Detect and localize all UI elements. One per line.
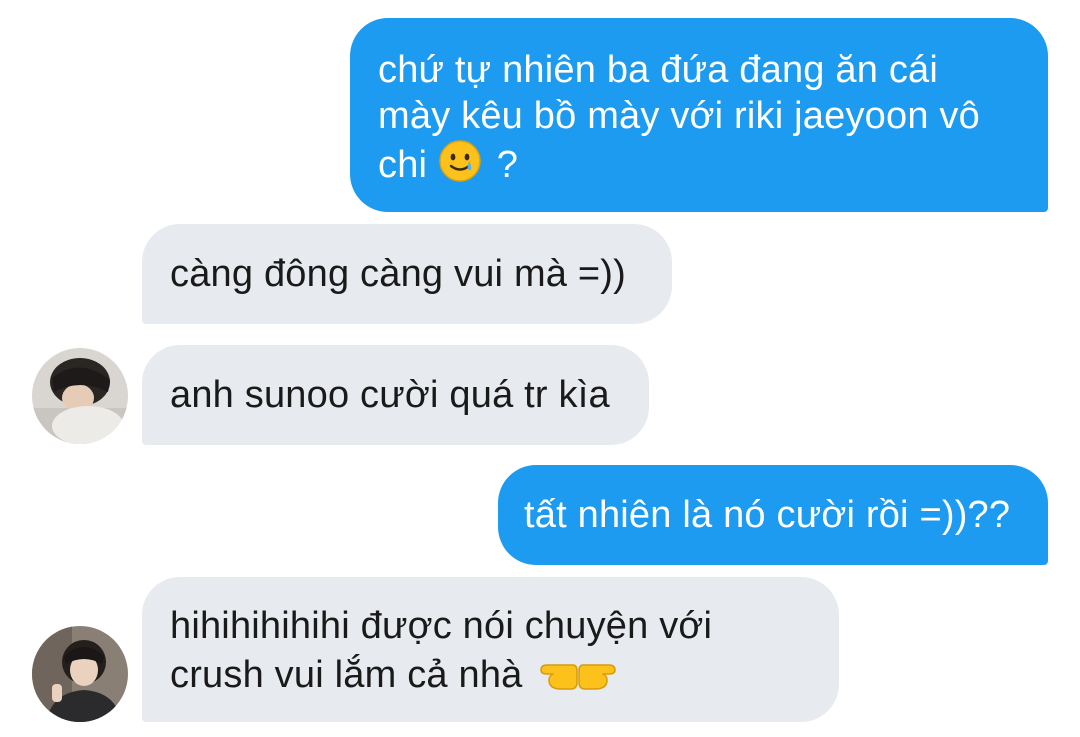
message-text: hihihihihihi được nói chuyện với (170, 605, 713, 647)
message-text: tất nhiên là nó cười rồi =))?? (524, 494, 1011, 536)
avatar[interactable] (32, 348, 128, 444)
avatar[interactable] (32, 626, 128, 722)
message-bubble-incoming[interactable]: anh sunoo cười quá tr kìa (142, 345, 649, 445)
message-bubble-incoming[interactable]: càng đông càng vui mà =)) (142, 224, 672, 324)
pointing-fingers-icon (540, 664, 617, 690)
chat-thread: chứ tự nhiên ba đứa đang ăn cái mày kêu … (0, 0, 1080, 737)
message-bubble-outgoing[interactable]: chứ tự nhiên ba đứa đang ăn cái mày kêu … (350, 18, 1048, 212)
message-text-last-line: chi ? (378, 139, 1020, 188)
message-text: anh sunoo cười quá tr kìa (170, 374, 610, 416)
message-text: càng đông càng vui mà =)) (170, 253, 626, 295)
profile-photo-icon (32, 626, 128, 722)
message-text-last-line: crush vui lắm cả nhà (170, 649, 811, 698)
message-text: mày kêu bồ mày với riki jaeyoon vô (378, 95, 980, 137)
message-bubble-outgoing[interactable]: tất nhiên là nó cười rồi =))?? (498, 465, 1048, 565)
message-bubble-incoming[interactable]: hihihihihihi được nói chuyện với crush v… (142, 577, 839, 722)
message-text: chứ tự nhiên ba đứa đang ăn cái (378, 49, 939, 91)
profile-photo-icon (32, 348, 128, 444)
smiling-face-with-tear-icon (439, 140, 481, 182)
